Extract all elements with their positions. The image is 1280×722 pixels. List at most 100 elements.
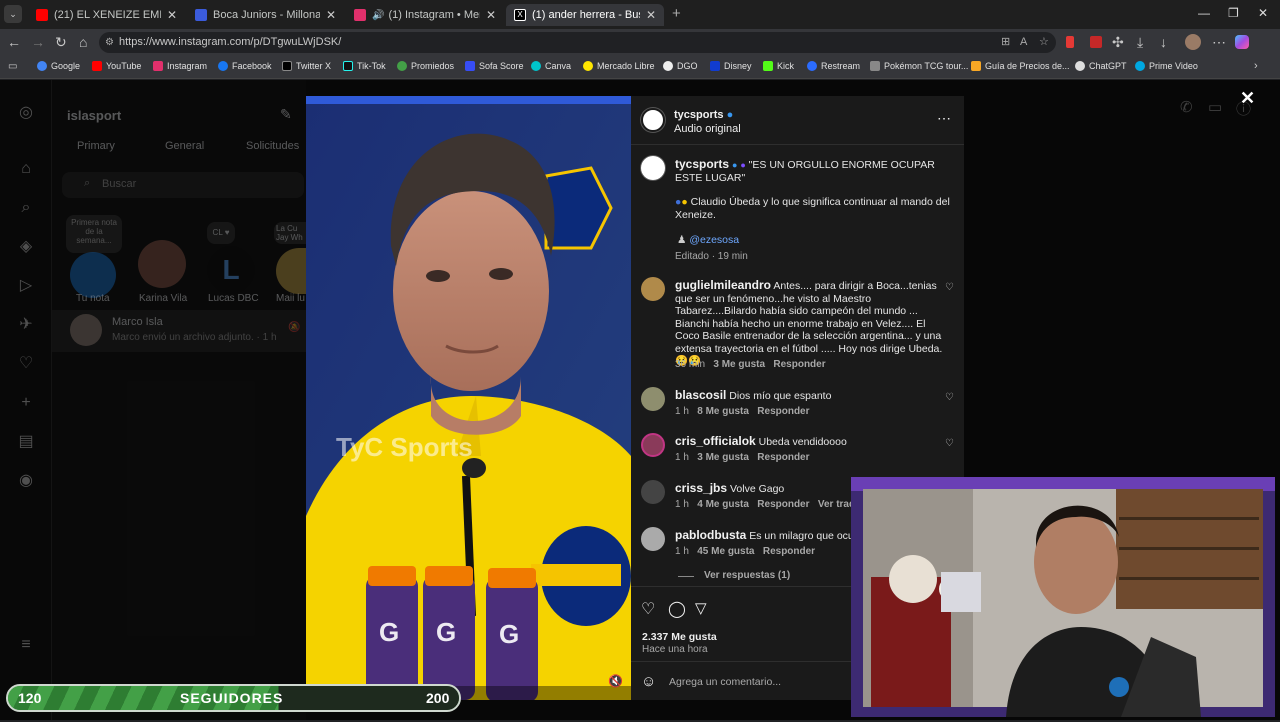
primevideo-icon — [1135, 61, 1145, 71]
bookmark-precios[interactable]: Guía de Precios de... — [971, 61, 1070, 71]
youtube-icon — [92, 61, 102, 71]
tab-instagram[interactable]: 🔊 (1) Instagram • Mensajes ✕ — [346, 4, 504, 26]
bookmark-promiedos[interactable]: Promiedos — [397, 61, 454, 71]
bookmark-mercadolibre[interactable]: Mercado Libre — [583, 61, 655, 71]
bookmark-primevideo[interactable]: Prime Video — [1135, 61, 1198, 71]
comment-user[interactable]: guglielmileandro — [675, 278, 771, 292]
comment-input[interactable]: Agrega un comentario... — [669, 676, 879, 688]
bookmark-chatgpt[interactable]: ChatGPT — [1075, 61, 1127, 71]
like-comment-icon[interactable]: ♡ — [945, 282, 954, 293]
caption-author[interactable]: tycsports — [675, 157, 729, 171]
commenter-avatar[interactable] — [641, 277, 665, 301]
bookmark-sofascore[interactable]: Sofa Score — [465, 61, 524, 71]
reply-button[interactable]: Responder — [763, 546, 815, 557]
comment: guglielmileandro Antes.... para dirigir … — [675, 279, 943, 368]
likes-count[interactable]: 2.337 Me gusta — [642, 631, 717, 643]
bookmark-dgo[interactable]: DGO — [663, 61, 698, 71]
close-modal-icon[interactable]: ✕ — [1240, 88, 1255, 109]
reply-button[interactable]: Responder — [757, 406, 809, 417]
view-replies-button[interactable]: Ver respuestas (1) — [704, 570, 790, 581]
comment-likes[interactable]: 4 Me gusta — [697, 499, 749, 510]
reply-button[interactable]: Responder — [757, 452, 809, 463]
reply-button[interactable]: Responder — [757, 499, 809, 510]
site-info-icon[interactable]: ⚙ — [105, 32, 114, 53]
author-avatar[interactable] — [641, 156, 665, 180]
comment-likes[interactable]: 45 Me gusta — [697, 546, 754, 557]
more-options-icon[interactable]: ⋯ — [937, 110, 951, 127]
comment: cris_officialok Ubeda vendidoooo — [675, 435, 943, 449]
copilot-icon[interactable] — [1235, 35, 1249, 49]
extension-icon[interactable] — [1090, 36, 1102, 48]
reload-icon[interactable]: ↻ — [55, 34, 67, 51]
bookmark-tiktok[interactable]: Tik-Tok — [343, 61, 386, 71]
tab-x-search[interactable]: X (1) ander herrera - Buscar / X ✕ — [506, 4, 664, 26]
tab-title: (1) ander herrera - Buscar / X — [532, 9, 640, 21]
back-icon[interactable]: ← — [7, 34, 21, 50]
bookmark-google[interactable]: Google — [37, 61, 80, 71]
download-icon[interactable]: ⤓ — [1137, 34, 1143, 51]
commenter-avatar[interactable] — [641, 433, 665, 457]
comment-likes[interactable]: 8 Me gusta — [697, 406, 749, 417]
install-icon[interactable]: ⊞ — [1001, 32, 1010, 53]
comment-user[interactable]: pablodbusta — [675, 529, 746, 542]
close-tab-icon[interactable]: ✕ — [646, 8, 656, 22]
comment-likes[interactable]: 3 Me gusta — [697, 452, 749, 463]
close-tab-icon[interactable]: ✕ — [486, 8, 496, 22]
commenter-avatar[interactable] — [641, 480, 665, 504]
emoji-picker-icon[interactable]: ☺ — [641, 673, 656, 690]
instagram-icon — [153, 61, 163, 71]
extension-icon[interactable] — [1066, 36, 1074, 48]
read-aloud-icon[interactable]: A — [1020, 32, 1027, 53]
share-icon[interactable]: ▽ — [695, 599, 707, 617]
bookmark-kick[interactable]: Kick — [763, 61, 794, 71]
bookmark-facebook[interactable]: Facebook — [218, 61, 272, 71]
close-tab-icon[interactable]: ✕ — [326, 8, 336, 22]
address-bar[interactable]: ⚙ https://www.instagram.com/p/DTgwuLWjDS… — [99, 32, 1056, 53]
maximize-icon[interactable]: ❐ — [1228, 6, 1239, 20]
profile-avatar[interactable] — [1185, 34, 1201, 50]
bookmark-label: Mercado Libre — [597, 61, 655, 71]
like-comment-icon[interactable]: ♡ — [945, 438, 954, 449]
post-video[interactable]: G G G TyC Sports 🔇 — [306, 96, 631, 700]
like-icon[interactable]: ♡ — [641, 599, 655, 619]
reading-list-icon[interactable]: ▭ — [8, 61, 17, 72]
bookmark-restream[interactable]: Restream — [807, 61, 860, 71]
forward-icon[interactable]: → — [31, 34, 45, 50]
downloads-icon[interactable]: ↓ — [1160, 34, 1167, 50]
close-tab-icon[interactable]: ✕ — [167, 8, 177, 22]
window-close-icon[interactable]: ✕ — [1258, 6, 1268, 20]
tab-list-button[interactable]: ⌄ — [4, 5, 22, 23]
menu-dots-icon[interactable]: ⋯ — [1212, 34, 1226, 51]
like-comment-icon[interactable]: ♡ — [945, 392, 954, 403]
commenter-avatar[interactable] — [641, 527, 665, 551]
author-name[interactable]: tycsports ● — [674, 109, 733, 121]
bookmark-disney[interactable]: Disney — [710, 61, 752, 71]
bookmark-youtube[interactable]: YouTube — [92, 61, 141, 71]
comment-icon[interactable]: ◯ — [668, 599, 686, 619]
audio-link[interactable]: Audio original — [674, 123, 741, 135]
tab-youtube[interactable]: (21) EL XENEIZE EMPATÓ ANTE LO ✕ — [28, 4, 185, 26]
minimize-icon[interactable]: — — [1198, 6, 1210, 20]
bookmarks-bar: ▭ Google YouTube Instagram Facebook Twit… — [0, 56, 1280, 79]
bookmark-pokemon[interactable]: Pokémon TCG tour... — [870, 61, 968, 71]
speaker-icon[interactable]: 🔊 — [372, 10, 384, 21]
bookmark-twitter[interactable]: Twitter X — [282, 61, 331, 71]
home-icon[interactable]: ⌂ — [79, 34, 87, 50]
comment-likes[interactable]: 3 Me gusta — [713, 359, 765, 370]
commenter-avatar[interactable] — [641, 387, 665, 411]
comment-user[interactable]: criss_jbs — [675, 481, 727, 495]
comment-user[interactable]: cris_officialok — [675, 434, 756, 448]
new-tab-icon[interactable]: + — [672, 5, 681, 22]
bookmark-star-icon[interactable]: ☆ — [1039, 32, 1049, 53]
mute-toggle-icon[interactable]: 🔇 — [608, 674, 623, 688]
bookmark-instagram[interactable]: Instagram — [153, 61, 207, 71]
reply-button[interactable]: Responder — [773, 359, 825, 370]
bookmark-canva[interactable]: Canva — [531, 61, 571, 71]
more-bookmarks-icon[interactable]: › — [1254, 60, 1258, 72]
comment-user[interactable]: blascosil — [675, 388, 726, 402]
author-avatar[interactable] — [641, 108, 665, 132]
tab-boca-stream[interactable]: Boca Juniors - Millonarios en vivo ✕ — [187, 4, 344, 26]
comment-meta: 1 h 8 Me gusta Responder — [675, 406, 810, 417]
mention-link[interactable]: @ezesosa — [689, 234, 739, 246]
extensions-puzzle-icon[interactable]: ✣ — [1112, 34, 1124, 51]
